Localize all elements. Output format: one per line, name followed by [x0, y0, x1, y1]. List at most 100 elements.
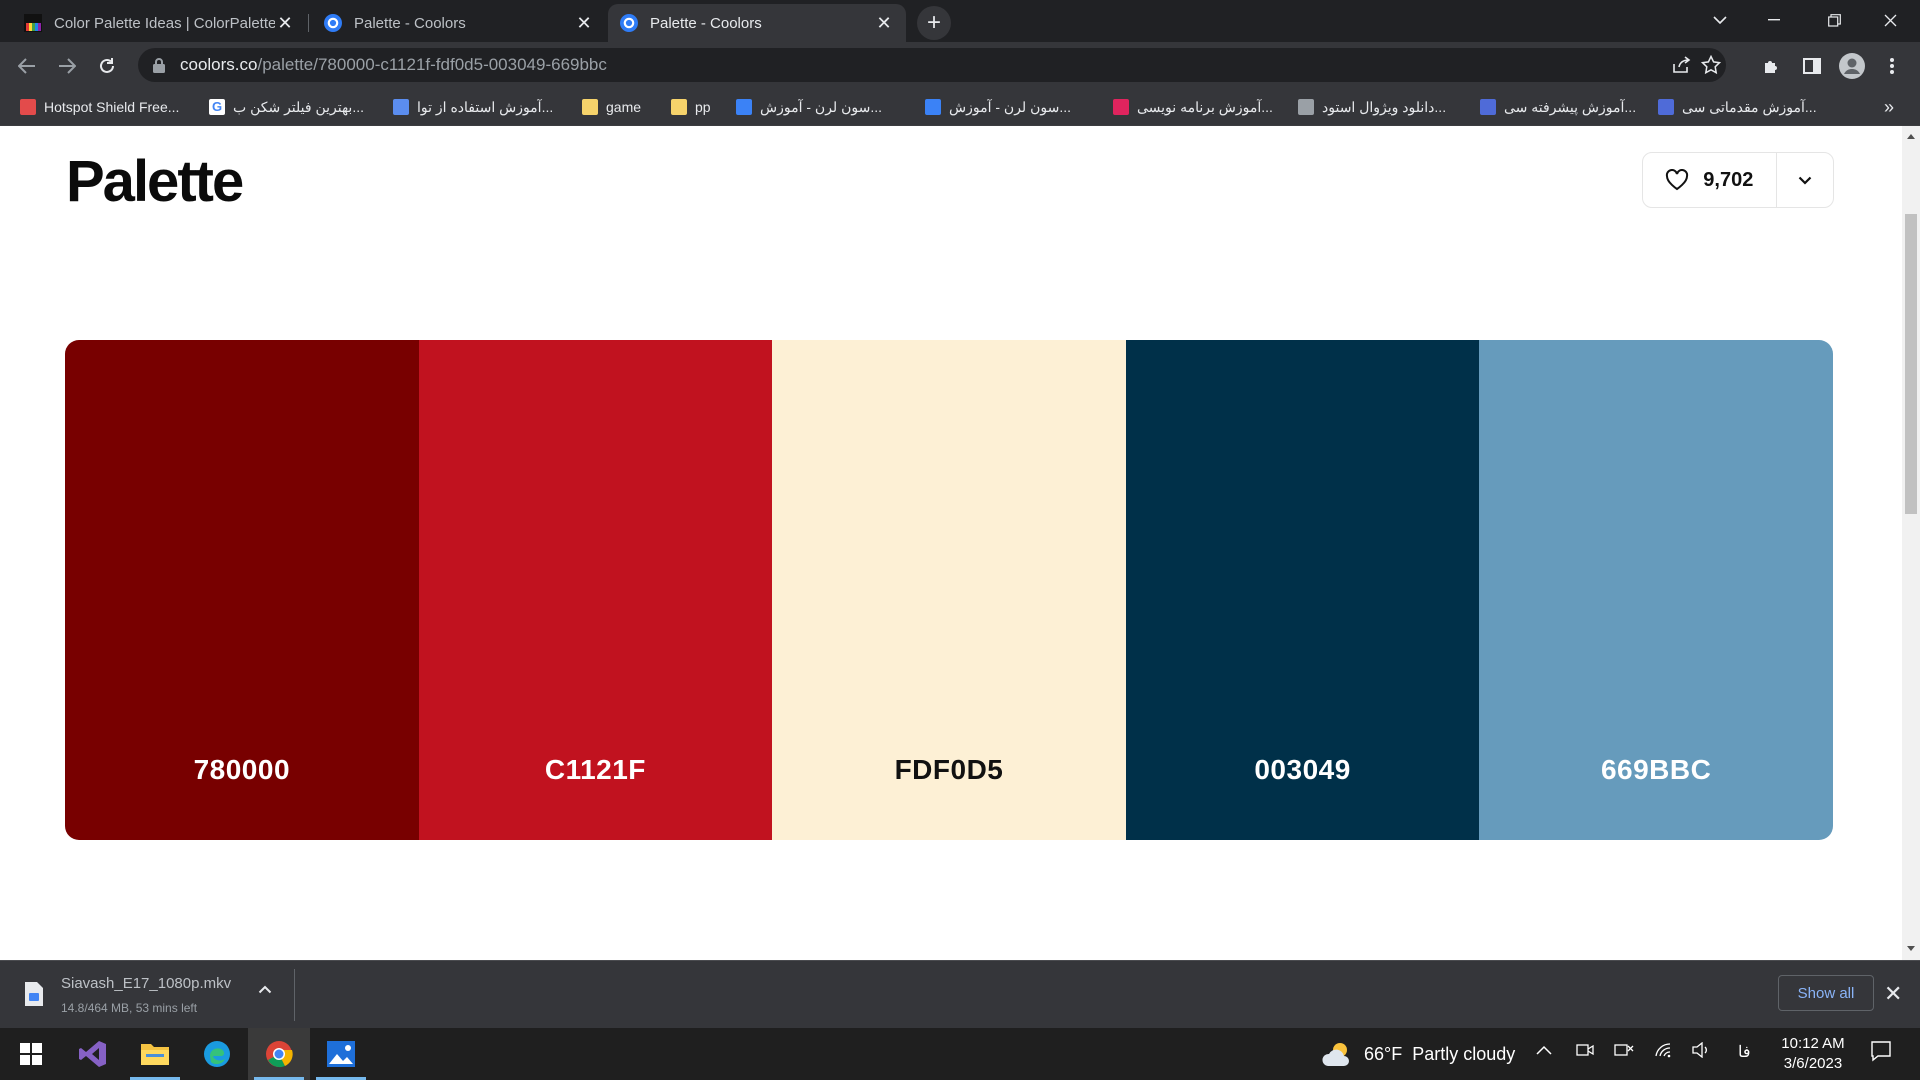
tab-color-palette-ideas[interactable]: Color Palette Ideas | ColorPalettes ✕ — [12, 4, 307, 42]
wifi-icon[interactable] — [1654, 1042, 1672, 1063]
bookmarks-overflow-button[interactable]: » — [1884, 95, 1894, 119]
reload-button[interactable] — [91, 50, 123, 82]
notifications-button[interactable] — [1870, 1040, 1892, 1067]
sevenlearn-icon — [736, 99, 752, 115]
bookmark-folder-pp[interactable]: pp — [671, 95, 711, 119]
close-icon — [1884, 14, 1896, 26]
bookmark-programming[interactable]: آموزش برنامه نویسی... — [1113, 95, 1273, 119]
bookmark-hotspot-shield[interactable]: Hotspot Shield Free... — [20, 95, 179, 119]
tab-palette-coolors-active[interactable]: Palette - Coolors ✕ — [608, 4, 906, 42]
close-tab-icon[interactable]: ✕ — [874, 13, 894, 34]
taskbar-chrome[interactable] — [248, 1028, 310, 1080]
close-shelf-icon[interactable]: ✕ — [1884, 981, 1902, 1007]
swatch-hex-label: 780000 — [193, 754, 291, 785]
palette-strip: 780000 C1121F FDF0D5 003049 669BBC — [65, 340, 1833, 840]
color-swatch-5[interactable]: 669BBC — [1479, 340, 1833, 840]
profile-button[interactable] — [1836, 50, 1868, 82]
swatch-hex-label: 669BBC — [1600, 754, 1712, 785]
show-hidden-icons-button[interactable] — [1536, 1042, 1552, 1060]
folder-icon — [671, 99, 687, 115]
weather-temp: 66°F — [1364, 1043, 1403, 1064]
forward-button[interactable] — [51, 50, 83, 82]
partly-cloudy-icon — [1322, 1043, 1349, 1066]
close-tab-icon[interactable]: ✕ — [275, 13, 295, 34]
tab-search-button[interactable] — [1690, 0, 1750, 40]
bookmark-sevenlearn-1[interactable]: سون لرن - آموزش... — [736, 95, 882, 119]
start-button[interactable] — [0, 1028, 62, 1080]
site-icon — [393, 99, 409, 115]
bookmark-visual-studio-download[interactable]: دانلود ویژوال استود... — [1298, 95, 1446, 119]
folder-icon — [582, 99, 598, 115]
like-button[interactable]: 9,702 — [1643, 153, 1777, 207]
bookmark-label: Hotspot Shield Free... — [44, 99, 180, 115]
coolors-favicon-icon — [324, 14, 342, 32]
sevenlearn-icon — [925, 99, 941, 115]
volume-icon[interactable] — [1692, 1041, 1710, 1063]
bookmark-label: آموزش برنامه نویسی... — [1137, 98, 1273, 115]
chevron-up-icon[interactable] — [258, 985, 272, 994]
close-window-button[interactable] — [1860, 0, 1920, 40]
minimize-button[interactable] — [1744, 0, 1804, 40]
site-icon — [1113, 99, 1129, 115]
scroll-up-arrow-icon[interactable] — [1907, 134, 1915, 139]
input-language-indicator[interactable]: فا — [1738, 1042, 1751, 1062]
color-swatch-1[interactable]: 780000 — [65, 340, 419, 840]
bookmark-google-filter[interactable]: G بهترین فیلتر شکن ب... — [209, 95, 364, 119]
tab-title: Palette - Coolors — [650, 14, 762, 32]
color-swatch-3[interactable]: FDF0D5 — [772, 340, 1126, 840]
close-tab-icon[interactable]: ✕ — [574, 13, 594, 34]
url-host: coolors.co — [180, 55, 258, 74]
extensions-button[interactable] — [1756, 50, 1788, 82]
bookmark-sevenlearn-2[interactable]: سون لرن - آموزش... — [925, 95, 1071, 119]
visual-studio-icon — [79, 1041, 106, 1067]
restore-button[interactable] — [1804, 0, 1864, 40]
bookmark-intro-c[interactable]: آموزش مقدماتی سی... — [1658, 95, 1817, 119]
color-swatch-2[interactable]: C1121F — [418, 340, 773, 840]
bookmark-star-icon[interactable] — [1701, 55, 1721, 75]
system-clock[interactable]: 10:12 AM 3/6/2023 — [1774, 1034, 1852, 1074]
clock-date: 3/6/2023 — [1783, 1055, 1843, 1072]
new-tab-button[interactable]: + — [917, 6, 951, 40]
wifi-icon — [1655, 1043, 1671, 1058]
chrome-menu-button[interactable] — [1876, 50, 1908, 82]
page-viewport: Palette 9,702 780000 C1121F FDF0D5 00304… — [0, 126, 1902, 960]
taskbar-file-explorer[interactable] — [124, 1028, 186, 1080]
bookmark-learning-1[interactable]: آموزش استفاده از توا... — [393, 95, 553, 119]
network-status-icon[interactable] — [1614, 1042, 1634, 1063]
download-divider — [294, 969, 295, 1021]
meet-now-icon[interactable] — [1576, 1042, 1594, 1063]
swatch-hex-label: 003049 — [1254, 754, 1351, 785]
heart-icon — [1666, 169, 1689, 191]
speaker-icon — [1692, 1041, 1707, 1059]
back-button[interactable] — [11, 50, 43, 82]
tab-palette-coolors-1[interactable]: Palette - Coolors ✕ — [312, 4, 606, 42]
taskbar-visual-studio[interactable] — [62, 1028, 124, 1080]
color-swatch-4[interactable]: 003049 — [1125, 340, 1480, 840]
more-options-button[interactable] — [1777, 153, 1833, 207]
bookmark-advanced-c[interactable]: آموزش پیشرفته سی... — [1480, 95, 1636, 119]
vertical-scrollbar[interactable] — [1902, 126, 1920, 960]
scroll-down-arrow-icon[interactable] — [1907, 946, 1915, 951]
bookmark-label: سون لرن - آموزش... — [949, 98, 1071, 115]
tab-strip: Color Palette Ideas | ColorPalettes ✕ Pa… — [0, 0, 1920, 42]
download-filename[interactable]: Siavash_E17_1080p.mkv — [61, 975, 231, 992]
hotspot-shield-icon — [20, 99, 36, 115]
side-panel-button[interactable] — [1796, 50, 1828, 82]
taskbar-photos[interactable] — [310, 1028, 372, 1080]
swatch-hex-label: FDF0D5 — [894, 754, 1004, 785]
site-icon — [1480, 99, 1496, 115]
google-icon: G — [209, 99, 225, 115]
show-all-button[interactable]: Show all — [1778, 975, 1874, 1011]
clock-time: 10:12 AM — [1781, 1035, 1845, 1052]
bookmark-folder-game[interactable]: game — [582, 95, 641, 119]
taskbar-edge[interactable] — [186, 1028, 248, 1080]
coolors-favicon-icon — [620, 14, 638, 32]
weather-widget[interactable]: 66°F Partly cloudy — [1322, 1040, 1515, 1068]
puzzle-icon — [1765, 61, 1777, 73]
scrollbar-thumb[interactable] — [1905, 214, 1917, 514]
reload-icon — [100, 58, 114, 73]
address-bar[interactable]: coolors.co/palette/780000-c1121f-fdf0d5-… — [138, 48, 1726, 82]
tab-title: Color Palette Ideas | ColorPalettes — [54, 14, 275, 32]
share-icon[interactable] — [1671, 55, 1691, 75]
chevron-down-icon — [1713, 16, 1727, 24]
